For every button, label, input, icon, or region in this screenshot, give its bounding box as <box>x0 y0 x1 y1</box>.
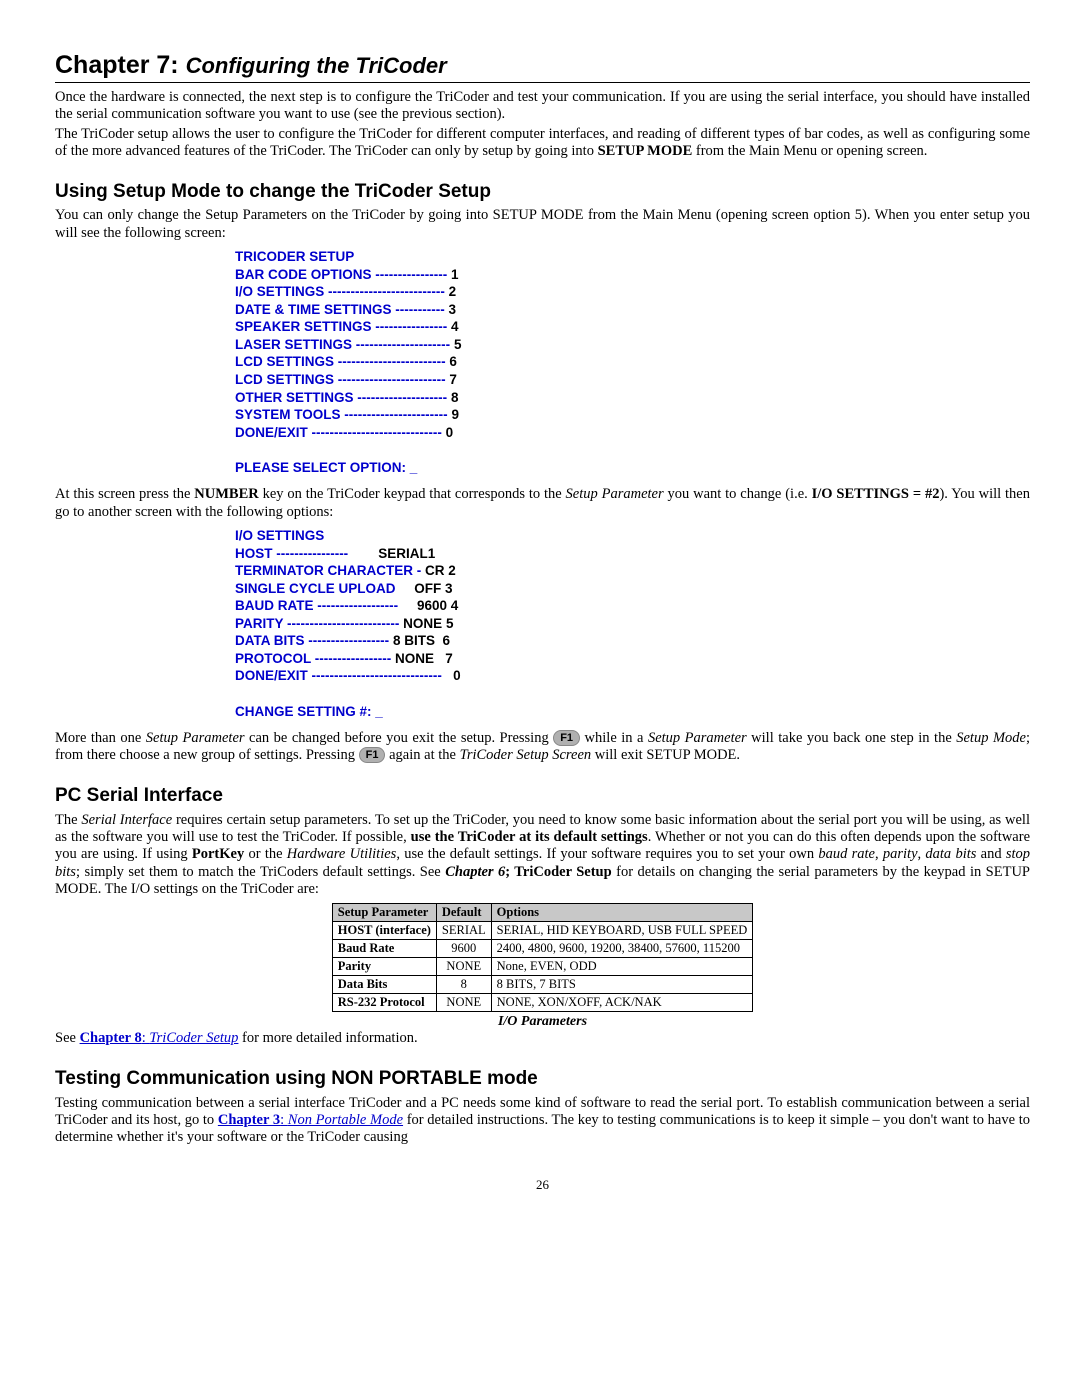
heading-testing-communication: Testing Communication using NON PORTABLE… <box>55 1068 1030 1091</box>
f1-key-icon: F1 <box>553 730 580 746</box>
menu-prompt: PLEASE SELECT OPTION: _ <box>235 459 1030 477</box>
text-bold: SETUP MODE <box>598 143 693 159</box>
page-number: 26 <box>55 1177 1030 1193</box>
chapter-title: Configuring the TriCoder <box>186 53 447 78</box>
using-paragraph-1: You can only change the Setup Parameters… <box>55 207 1030 242</box>
f1-key-icon: F1 <box>359 747 386 763</box>
menu-line: I/O SETTINGS -------------------------- … <box>235 283 1030 301</box>
col-setup-parameter: Setup Parameter <box>332 903 436 921</box>
menu-line: TERMINATOR CHARACTER - CR 2 <box>235 562 1030 580</box>
menu-title: TRICODER SETUP <box>235 248 1030 266</box>
menu-prompt: CHANGE SETTING #: _ <box>235 703 1030 721</box>
table-caption: I/O Parameters <box>55 1014 1030 1031</box>
table-row: Data Bits88 BITS, 7 BITS <box>332 975 753 993</box>
see-chapter-8-line: See Chapter 8: TriCoder Setup for more d… <box>55 1030 1030 1047</box>
heading-pc-serial-interface: PC Serial Interface <box>55 785 1030 808</box>
menu-line: DONE/EXIT ----------------------------- … <box>235 424 1030 442</box>
table-row: RS-232 ProtocolNONENONE, XON/XOFF, ACK/N… <box>332 993 753 1011</box>
menu-line: SINGLE CYCLE UPLOAD OFF 3 <box>235 580 1030 598</box>
chapter-prefix: Chapter 7: <box>55 51 179 79</box>
table-header-row: Setup Parameter Default Options <box>332 903 753 921</box>
menu-line: LASER SETTINGS --------------------- 5 <box>235 336 1030 354</box>
table-row: ParityNONENone, EVEN, ODD <box>332 957 753 975</box>
chapter-3-link[interactable]: Chapter 3: Non Portable Mode <box>218 1112 403 1128</box>
using-paragraph-2: At this screen press the NUMBER key on t… <box>55 486 1030 521</box>
menu-line: LCD SETTINGS ------------------------ 7 <box>235 371 1030 389</box>
text: from the Main Menu or opening screen. <box>692 143 927 159</box>
table-row: HOST (interface)SERIALSERIAL, HID KEYBOA… <box>332 921 753 939</box>
menu-line: DATA BITS ------------------ 8 BITS 6 <box>235 632 1030 650</box>
menu-title: I/O SETTINGS <box>235 527 1030 545</box>
chapter-heading: Chapter 7: Configuring the TriCoder <box>55 50 1030 83</box>
pc-serial-paragraph: The Serial Interface requires certain se… <box>55 812 1030 899</box>
chapter-8-link[interactable]: Chapter 8: TriCoder Setup <box>80 1030 239 1046</box>
intro-paragraph-2: The TriCoder setup allows the user to co… <box>55 126 1030 161</box>
menu-line: BAR CODE OPTIONS ---------------- 1 <box>235 266 1030 284</box>
menu-line: SPEAKER SETTINGS ---------------- 4 <box>235 318 1030 336</box>
intro-paragraph-1: Once the hardware is connected, the next… <box>55 89 1030 124</box>
menu-line: PROTOCOL ----------------- NONE 7 <box>235 650 1030 668</box>
table-row: Baud Rate96002400, 4800, 9600, 19200, 38… <box>332 939 753 957</box>
menu-line: OTHER SETTINGS -------------------- 8 <box>235 389 1030 407</box>
menu-line: PARITY ------------------------- NONE 5 <box>235 615 1030 633</box>
menu-line: DATE & TIME SETTINGS ----------- 3 <box>235 301 1030 319</box>
col-default: Default <box>436 903 491 921</box>
using-paragraph-3: More than one Setup Parameter can be cha… <box>55 730 1030 765</box>
io-parameters-table: Setup Parameter Default Options HOST (in… <box>332 903 754 1012</box>
io-settings-menu: I/O SETTINGS HOST ---------------- SERIA… <box>235 527 1030 720</box>
heading-using-setup-mode: Using Setup Mode to change the TriCoder … <box>55 181 1030 204</box>
menu-line: SYSTEM TOOLS ----------------------- 9 <box>235 406 1030 424</box>
menu-line: HOST ---------------- SERIAL1 <box>235 545 1030 563</box>
menu-line: BAUD RATE ------------------ 9600 4 <box>235 597 1030 615</box>
tricoder-setup-menu: TRICODER SETUP BAR CODE OPTIONS --------… <box>235 248 1030 476</box>
testing-paragraph: Testing communication between a serial i… <box>55 1095 1030 1147</box>
col-options: Options <box>491 903 753 921</box>
menu-line: DONE/EXIT ----------------------------- … <box>235 667 1030 685</box>
menu-line: LCD SETTINGS ------------------------ 6 <box>235 353 1030 371</box>
